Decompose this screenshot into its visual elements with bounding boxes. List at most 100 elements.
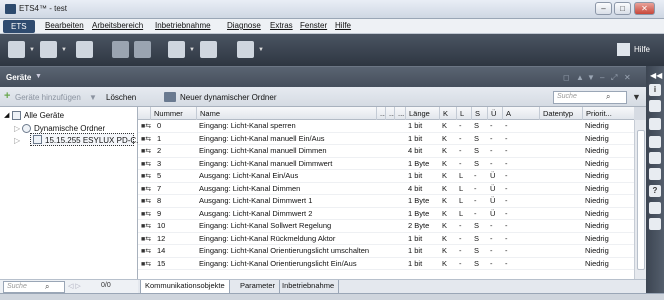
tab-kommunikationsobjekte[interactable]: Kommunikationsobjekte <box>140 280 230 293</box>
table-row[interactable]: ■⇆ 8 Ausgang: Licht-Kanal Dimmwert 1 1 Byte… <box>138 195 634 208</box>
window-icon[interactable] <box>649 136 661 148</box>
close-panel-icon[interactable]: ✕ <box>624 73 633 82</box>
new-project-icon[interactable] <box>8 41 25 58</box>
col-name[interactable]: Name <box>196 107 376 120</box>
table-row[interactable]: ■⇆ 14 Eingang: Licht-Kanal Orientierungsli… <box>138 245 634 258</box>
search-icon[interactable]: ⌕ <box>606 92 610 102</box>
workspace-icon[interactable] <box>168 41 185 58</box>
import-icon[interactable] <box>40 41 57 58</box>
menu-inbetriebnahme[interactable]: Inbetriebnahme <box>155 21 211 30</box>
menu-ets[interactable]: ETS <box>3 20 35 33</box>
table-cell: - <box>490 233 493 243</box>
col-s[interactable]: S <box>471 107 487 120</box>
table-row[interactable]: ■⇆ 7 Ausgang: Licht-Kanal Dimmen 4 bit K L - Ü -… <box>138 183 634 195</box>
tree-search-input[interactable]: Suche <box>3 281 65 293</box>
reports-icon[interactable] <box>237 41 254 58</box>
search-nav-icons[interactable]: ◁ ▷ <box>68 282 81 290</box>
chevron-down-icon[interactable]: ▼ <box>35 73 42 80</box>
filter-icon[interactable]: ▼ <box>632 92 641 102</box>
menu-hilfe[interactable]: Hilfe <box>335 21 351 30</box>
search-input[interactable]: Suche <box>553 91 627 104</box>
menu-fenster[interactable]: Fenster <box>300 21 327 30</box>
arrow-up-icon[interactable]: ▲ <box>576 73 585 82</box>
catalog-icon[interactable] <box>200 41 217 58</box>
menu-diagnose[interactable]: Diagnose <box>227 21 261 30</box>
col-extra-2[interactable]: ... <box>385 107 394 120</box>
redo-icon[interactable] <box>134 41 151 58</box>
group-object-icon: ■⇆ <box>141 223 152 230</box>
todo-icon[interactable] <box>649 202 661 214</box>
panel-title[interactable]: Geräte <box>6 73 31 82</box>
col-nummer[interactable]: Nummer <box>150 107 196 120</box>
table-cell: - <box>505 233 508 243</box>
col-ue[interactable]: Ü <box>487 107 502 120</box>
collapse-sidebar-icon[interactable]: ◀◀ <box>650 71 662 80</box>
table-row[interactable]: ■⇆ 1 Eingang: Licht-Kanal manuell Ein/Aus 1… <box>138 133 634 145</box>
col-datentyp[interactable]: Datentyp <box>539 107 582 120</box>
table-cell: K <box>442 233 448 243</box>
scrollbar-thumb[interactable] <box>637 130 645 270</box>
menu-arbeitsbereich[interactable]: Arbeitsbereich <box>92 21 143 30</box>
device-list-icon[interactable] <box>649 152 661 164</box>
help-button-label[interactable]: Hilfe <box>634 45 650 54</box>
col-k[interactable]: K <box>439 107 456 120</box>
col-laenge[interactable]: Länge <box>405 107 439 120</box>
col-extra-3[interactable]: ... <box>394 107 405 120</box>
col-prioritaet[interactable]: Priorit... <box>582 107 632 120</box>
minimize-panel-icon[interactable]: – <box>600 73 609 82</box>
search-sidebar-icon[interactable] <box>649 118 661 130</box>
table-row[interactable]: ■⇆ 9 Ausgang: Licht-Kanal Dimmwert 2 1 Byte… <box>138 208 634 220</box>
tree-item-device[interactable]: 15.15.255 ESYLUX PD-C... <box>45 136 143 145</box>
col-extra-1[interactable]: ... <box>376 107 385 120</box>
tree-item-dynamic-folders[interactable]: Dynamische Ordner <box>34 124 105 133</box>
new-dynamic-folder-button[interactable]: Neuer dynamischer Ordner <box>180 93 276 102</box>
expand-icon[interactable]: ▷ <box>14 136 20 145</box>
tab-inbetriebnahme[interactable]: Inbetriebnahme <box>278 280 340 293</box>
folder-icon[interactable] <box>649 100 661 112</box>
table-row[interactable]: ■⇆ 15 Eingang: Licht-Kanal Orientierungsli… <box>138 258 634 270</box>
menu-bearbeiten[interactable]: Bearbeiten <box>45 21 84 30</box>
col-l[interactable]: L <box>456 107 471 120</box>
minimize-button[interactable]: – <box>595 2 612 15</box>
arrow-down-icon[interactable]: ▼ <box>587 73 596 82</box>
table-cell: - <box>505 158 508 168</box>
tab-parameter[interactable]: Parameter <box>236 280 281 293</box>
table-cell: L <box>459 208 464 218</box>
table-row[interactable]: ■⇆ 3 Eingang: Licht-Kanal manuell Dimmwert… <box>138 158 634 170</box>
group-object-icon: ■⇆ <box>141 135 152 143</box>
menu-extras[interactable]: Extras <box>270 21 293 30</box>
undock-icon[interactable]: ◻ <box>563 73 572 82</box>
info-icon[interactable]: i <box>649 84 661 96</box>
help-question-icon[interactable]: ? <box>649 185 661 197</box>
grid-icon[interactable] <box>649 168 661 180</box>
chevron-down-icon[interactable]: ▼ <box>29 47 35 53</box>
collapse-icon[interactable]: ◢ <box>4 111 9 119</box>
search-icon[interactable]: ⌕ <box>45 282 49 292</box>
table-row[interactable]: ■⇆ 2 Eingang: Licht-Kanal manuell Dimmen 4 … <box>138 145 634 158</box>
table-row[interactable]: ■⇆ 0 Eingang: Licht-Kanal sperren 1 bit K - S -… <box>138 120 634 133</box>
table-cell: - <box>490 258 493 268</box>
chevron-down-icon[interactable]: ▼ <box>189 47 195 53</box>
close-button[interactable]: ✕ <box>634 2 655 15</box>
table-cell: - <box>459 258 462 268</box>
delete-button[interactable]: Löschen <box>106 93 136 102</box>
tree-item-all-devices[interactable]: Alle Geräte <box>24 111 64 120</box>
table-cell: 2 <box>157 146 162 155</box>
vertical-scrollbar[interactable] <box>634 120 646 279</box>
table-row[interactable]: ■⇆ 5 Ausgang: Licht-Kanal Ein/Aus 1 bit K L - Ü… <box>138 170 634 183</box>
chevron-down-icon[interactable]: ▼ <box>258 47 264 53</box>
expand-icon[interactable]: ▷ <box>14 124 20 133</box>
undo-icon[interactable] <box>112 41 129 58</box>
table-row[interactable]: ■⇆ 12 Eingang: Licht-Kanal Rückmeldung Akt… <box>138 233 634 245</box>
clock-icon[interactable] <box>649 218 661 230</box>
maximize-button[interactable]: □ <box>614 2 631 15</box>
print-icon[interactable] <box>76 41 93 58</box>
chevron-down-icon[interactable]: ▼ <box>61 47 67 53</box>
maximize-panel-icon[interactable]: ⤢ <box>611 73 620 82</box>
help-book-icon[interactable] <box>617 43 630 56</box>
add-devices-button[interactable]: Geräte hinzufügen <box>15 93 81 102</box>
table-cell: Niedrig <box>585 158 609 168</box>
table-row[interactable]: ■⇆ 10 Eingang: Licht-Kanal Sollwert Regelu… <box>138 220 634 233</box>
chevron-down-icon[interactable]: ▼ <box>89 93 97 102</box>
col-a[interactable]: A <box>502 107 539 120</box>
